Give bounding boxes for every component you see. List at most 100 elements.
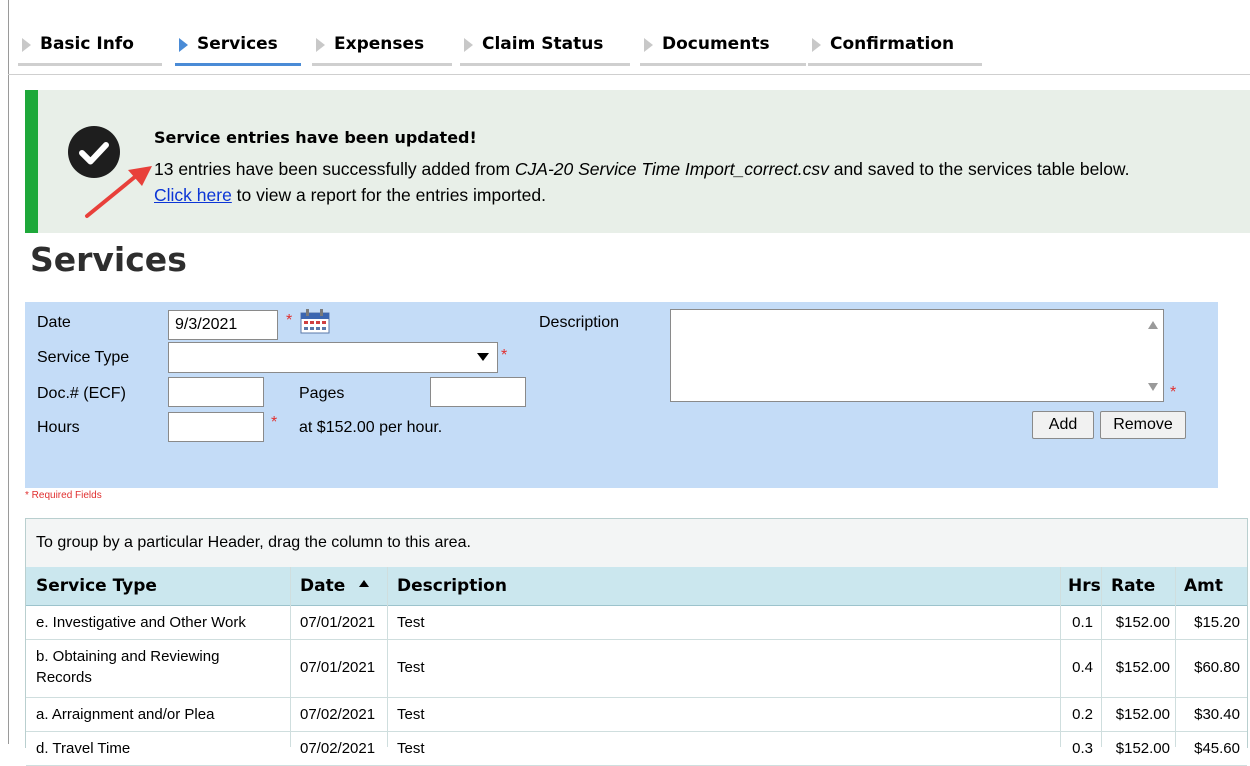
- service-entry-form: Date * Description * Service Type * Doc.…: [25, 302, 1218, 488]
- doc-number-label: Doc.# (ECF): [37, 385, 126, 402]
- cell-hrs: 0.4: [1072, 659, 1093, 676]
- column-divider: [387, 567, 388, 747]
- cell-rate: $152.00: [1115, 740, 1170, 757]
- page-title: Services: [30, 240, 187, 279]
- cell-date: 07/02/2021: [300, 706, 376, 723]
- cell-hrs: 0.1: [1072, 614, 1093, 631]
- column-divider: [1060, 567, 1061, 747]
- tabs-divider: [8, 74, 1250, 75]
- date-input[interactable]: [168, 310, 278, 340]
- column-divider: [290, 567, 291, 747]
- tab-claim-status[interactable]: Claim Status: [460, 30, 630, 66]
- group-by-hint: To group by a particular Header, drag th…: [36, 534, 471, 551]
- column-header-rate[interactable]: Rate: [1111, 576, 1155, 596]
- cell-rate: $152.00: [1115, 659, 1170, 676]
- tab-label: Basic Info: [40, 34, 134, 54]
- tab-label: Services: [197, 34, 278, 54]
- cell-description: Test: [397, 740, 425, 757]
- chevron-right-icon: [644, 38, 653, 52]
- chevron-right-icon: [316, 38, 325, 52]
- cell-description: Test: [397, 706, 425, 723]
- cell-description: Test: [397, 659, 425, 676]
- tab-expenses[interactable]: Expenses: [312, 30, 452, 66]
- cell-hrs: 0.3: [1072, 740, 1093, 757]
- table-row[interactable]: a. Arraignment and/or Plea 07/02/2021 Te…: [26, 698, 1247, 732]
- required-marker: *: [1170, 384, 1177, 401]
- cell-date: 07/01/2021: [300, 614, 376, 631]
- description-label: Description: [539, 314, 620, 331]
- tab-basic-info[interactable]: Basic Info: [18, 30, 162, 66]
- table-row[interactable]: e. Investigative and Other Work 07/01/20…: [26, 606, 1247, 640]
- alert-message-suffix: and saved to the services table below.: [828, 159, 1130, 179]
- sort-ascending-icon[interactable]: [359, 580, 369, 587]
- required-marker: *: [271, 414, 278, 431]
- hours-input[interactable]: [168, 412, 264, 442]
- cell-service-type: e. Investigative and Other Work: [36, 614, 246, 631]
- cell-amt: $60.80: [1194, 659, 1240, 676]
- required-marker: *: [501, 347, 508, 364]
- cell-service-type: a. Arraignment and/or Plea: [36, 706, 215, 723]
- add-button[interactable]: Add: [1032, 411, 1094, 439]
- tab-documents[interactable]: Documents: [640, 30, 806, 66]
- group-by-drop-area[interactable]: To group by a particular Header, drag th…: [26, 519, 1247, 568]
- tab-services[interactable]: Services: [175, 30, 301, 66]
- cell-date: 07/01/2021: [300, 659, 376, 676]
- page-left-border: [8, 0, 9, 744]
- date-label: Date: [37, 314, 71, 331]
- cell-description: Test: [397, 614, 425, 631]
- calendar-icon[interactable]: [300, 308, 330, 334]
- alert-message: 13 entries have been successfully added …: [154, 159, 1129, 180]
- scroll-down-icon[interactable]: [1147, 382, 1159, 392]
- required-fields-note: * Required Fields: [25, 490, 102, 501]
- column-header-amt[interactable]: Amt: [1184, 576, 1223, 596]
- cell-hrs: 0.2: [1072, 706, 1093, 723]
- table-row[interactable]: d. Travel Time 07/02/2021 Test 0.3 $152.…: [26, 732, 1247, 766]
- alert-message-prefix: 13 entries have been successfully added …: [154, 159, 515, 179]
- hours-label: Hours: [37, 419, 80, 436]
- required-marker: *: [286, 312, 293, 329]
- alert-report-line: Click here to view a report for the entr…: [154, 185, 546, 206]
- chevron-right-icon: [812, 38, 821, 52]
- tab-label: Documents: [662, 34, 770, 54]
- column-header-date[interactable]: Date: [300, 576, 345, 596]
- alert-report-suffix: to view a report for the entries importe…: [231, 185, 546, 205]
- column-header-service-type[interactable]: Service Type: [36, 576, 157, 596]
- cell-amt: $45.60: [1194, 740, 1240, 757]
- pages-label: Pages: [299, 385, 345, 402]
- cell-date: 07/02/2021: [300, 740, 376, 757]
- column-header-hrs[interactable]: Hrs: [1068, 576, 1101, 596]
- column-header-description[interactable]: Description: [397, 576, 507, 596]
- chevron-right-icon: [179, 38, 188, 52]
- view-report-link[interactable]: Click here: [154, 185, 232, 205]
- cell-amt: $15.20: [1194, 614, 1240, 631]
- services-table: To group by a particular Header, drag th…: [25, 518, 1248, 766]
- cell-rate: $152.00: [1115, 706, 1170, 723]
- column-divider: [1175, 567, 1176, 747]
- imported-filename: CJA-20 Service Time Import_correct.csv: [514, 159, 829, 179]
- tab-confirmation[interactable]: Confirmation: [808, 30, 982, 66]
- table-header: Service Type Date Description Hrs Rate A…: [26, 567, 1247, 606]
- cell-amt: $30.40: [1194, 706, 1240, 723]
- cell-service-type: b. Obtaining and Reviewing Records: [36, 648, 220, 686]
- cell-service-type: d. Travel Time: [36, 740, 131, 757]
- remove-button[interactable]: Remove: [1100, 411, 1186, 439]
- column-divider: [1101, 567, 1102, 747]
- cell-rate: $152.00: [1115, 614, 1170, 631]
- scroll-up-icon[interactable]: [1147, 320, 1159, 330]
- tab-label: Claim Status: [482, 34, 604, 54]
- tab-label: Expenses: [334, 34, 425, 54]
- service-type-select[interactable]: [168, 342, 498, 373]
- alert-title: Service entries have been updated!: [154, 128, 477, 147]
- chevron-right-icon: [464, 38, 473, 52]
- service-type-label: Service Type: [37, 349, 130, 366]
- annotation-arrow-icon: [85, 166, 152, 218]
- chevron-down-icon: [477, 353, 489, 361]
- pages-input[interactable]: [430, 377, 526, 407]
- description-textarea[interactable]: [670, 309, 1164, 402]
- chevron-right-icon: [22, 38, 31, 52]
- rate-text: at $152.00 per hour.: [299, 419, 443, 436]
- table-row[interactable]: b. Obtaining and Reviewing Records 07/01…: [26, 640, 1247, 698]
- alert-accent-bar: [25, 90, 38, 233]
- tab-label: Confirmation: [830, 34, 955, 54]
- doc-number-input[interactable]: [168, 377, 264, 407]
